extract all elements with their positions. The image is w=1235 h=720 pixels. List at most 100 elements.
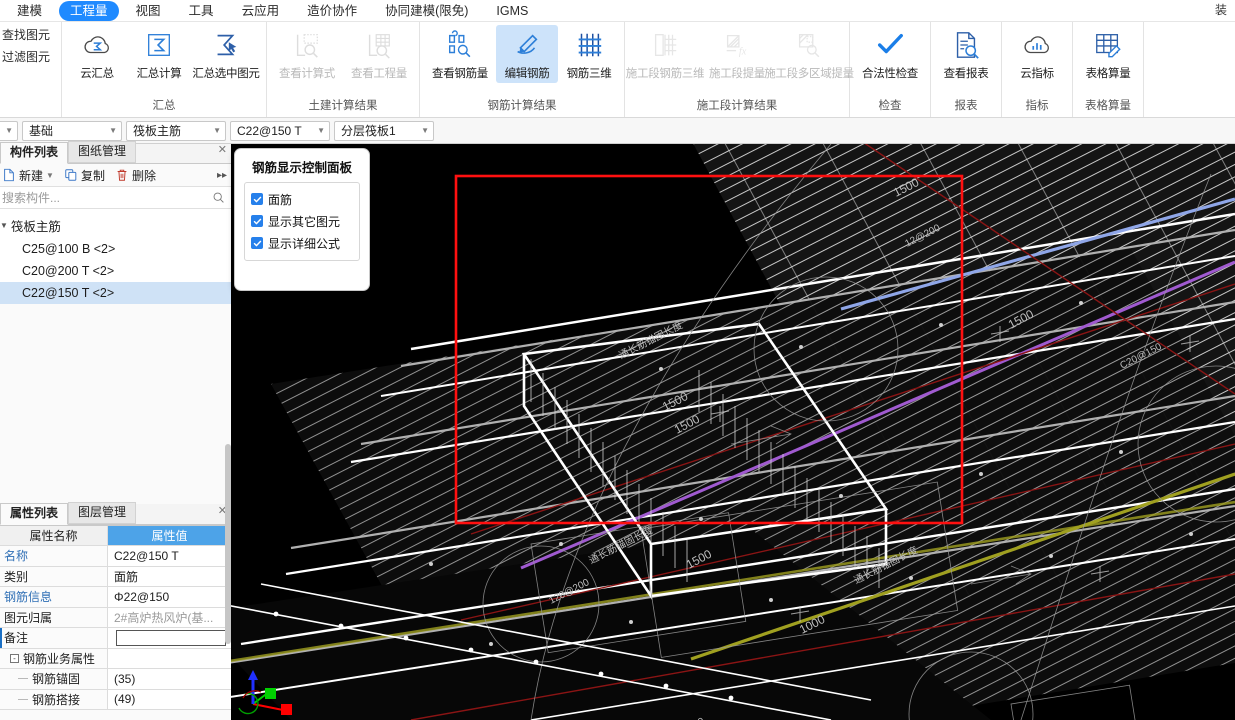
tree-item-2[interactable]: C22@150 T <2> xyxy=(0,282,231,304)
ribbon-command-label: 查看钢筋量 xyxy=(432,68,488,80)
ribbon-command-cloud-chart[interactable]: 云指标 xyxy=(1006,25,1068,83)
sigma-cursor-icon xyxy=(209,28,243,62)
tree-item-0[interactable]: C25@100 B <2> xyxy=(0,238,231,260)
ribbon-command-label: 编辑钢筋 xyxy=(504,68,550,80)
ribbon-tab-3[interactable]: 工具 xyxy=(178,1,225,21)
search-icon[interactable] xyxy=(212,191,225,204)
property-panel-tab-1[interactable]: 图层管理 xyxy=(68,502,137,524)
property-row-1[interactable]: 类别 面筋 xyxy=(0,566,231,587)
checkbox-checked-icon[interactable] xyxy=(251,193,263,205)
ribbon-tab-5[interactable]: 造价协作 xyxy=(296,1,368,21)
component-panel-tab-1[interactable]: 图纸管理 xyxy=(68,141,137,163)
selector-clipped-dropdown[interactable]: ▼ xyxy=(0,120,18,141)
ribbon-command-table-pencil[interactable]: 表格算量 xyxy=(1077,25,1139,83)
property-row-5[interactable]: - 钢筋业务属性 xyxy=(0,648,231,669)
property-value[interactable] xyxy=(108,648,231,668)
ribbon-command-pencil-edit[interactable]: 编辑钢筋 xyxy=(496,25,558,83)
property-row-4[interactable]: 备注 xyxy=(0,628,231,649)
ribbon-command-sigma-cursor[interactable]: 汇总选中图元 xyxy=(190,25,262,83)
new-component-label: 新建 xyxy=(19,168,44,183)
checkbox-checked-icon[interactable] xyxy=(251,215,263,227)
rebar-search-icon xyxy=(443,28,477,62)
ribbon-command-label: 施工段钢筋三维 xyxy=(625,68,705,80)
floor-value: 基础 xyxy=(29,124,54,138)
rebar-checkbox-row-0[interactable]: 面筋 xyxy=(251,188,353,210)
ribbon-command-rebar-search[interactable]: 查看钢筋量 xyxy=(424,25,496,83)
ribbon-command-label: 汇总计算 xyxy=(136,68,182,80)
ribbon-tab-0[interactable]: 建模 xyxy=(6,1,53,21)
ribbon-tab-1[interactable]: 工程量 xyxy=(59,1,119,21)
property-value-input[interactable] xyxy=(116,629,226,646)
ribbon-command-rebar-3d[interactable]: 钢筋三维 xyxy=(558,25,620,83)
property-value[interactable]: 2#高炉热风炉(基... xyxy=(108,607,231,627)
ribbon-group-label: 指标 xyxy=(1025,100,1049,112)
property-value[interactable]: (35) xyxy=(108,669,231,689)
ribbon-tab-list: 建模 工程量 视图 工具 云应用 造价协作 协同建模(限免) IGMS xyxy=(0,0,1235,22)
property-row-0[interactable]: 名称 C22@150 T xyxy=(0,546,231,567)
property-value[interactable] xyxy=(108,628,231,648)
property-value[interactable]: Φ22@150 xyxy=(108,587,231,607)
ribbon-tab-7[interactable]: IGMS xyxy=(485,1,539,21)
ribbon-left-links: 查找图元 过滤图元 xyxy=(0,22,62,117)
property-value[interactable]: 面筋 xyxy=(108,566,231,586)
ribbon-command-label: 查看报表 xyxy=(943,68,989,80)
close-icon[interactable]: ✕ xyxy=(218,145,227,156)
chevron-down-icon: ▼ xyxy=(5,126,13,135)
copy-component-button[interactable]: 复制 xyxy=(64,167,105,184)
property-key-label: 钢筋锚固 xyxy=(32,672,81,687)
property-list-panel: ✕ 属性列表 图层管理 属性名称 属性值 名称 C22@150 T 类别 面筋 钢筋信息 Φ22… xyxy=(0,502,231,720)
filter-element-link[interactable]: 过滤图元 xyxy=(0,48,50,66)
ribbon-command-cloud-sigma[interactable]: 云汇总 xyxy=(66,25,128,83)
section-multi-area-icon xyxy=(792,28,826,62)
more-tools-icon[interactable]: ▸▸ xyxy=(217,170,227,181)
property-value[interactable]: C22@150 T xyxy=(108,546,231,566)
tree-root-node[interactable]: ▼ 筏板主筋 xyxy=(0,213,231,238)
ribbon-tab-clipped[interactable]: 装 xyxy=(1215,1,1233,19)
component-type-dropdown[interactable]: 筏板主筋 ▼ xyxy=(126,120,226,141)
report-search-icon xyxy=(949,28,983,62)
check-mark-icon xyxy=(873,28,907,62)
ribbon-command-label: 查看计算式 xyxy=(279,68,335,80)
layer-dropdown[interactable]: 分层筏板1 ▼ xyxy=(334,120,434,141)
search-input[interactable]: 搜索构件... xyxy=(2,189,60,206)
ribbon-tab-6[interactable]: 协同建模(限免) xyxy=(374,1,479,21)
property-value[interactable]: (49) xyxy=(108,689,231,709)
property-row-3[interactable]: 图元归属 2#高炉热风炉(基... xyxy=(0,607,231,628)
component-list-panel: ✕ 构件列表 图纸管理 新建 ▼ 复制 删除 ▸▸ 搜索构件... ▼ 筏板主筋… xyxy=(0,141,231,504)
model-3d-viewport[interactable]: 1500 12@200 1500 1500 C20@150 1500 120@200 1500… xyxy=(231,144,1235,720)
ribbon-tab-4[interactable]: 云应用 xyxy=(231,1,291,21)
rebar-3d-scene: 150012@20015001500C20@1501500120@2001500… xyxy=(231,144,1235,720)
ribbon-command-formula-search: 查看计算式 xyxy=(271,25,343,83)
ribbon-group-label: 表格算量 xyxy=(1085,100,1131,112)
ribbon-command-sigma[interactable]: 汇总计算 xyxy=(128,25,190,83)
rebar-display-control-panel[interactable]: 钢筋显示控制面板 面筋 显示其它图元 显示详细公式 xyxy=(234,148,370,291)
property-row-6[interactable]: 钢筋锚固 (35) xyxy=(0,669,231,690)
collapse-icon[interactable]: - xyxy=(10,653,19,663)
property-key-label: 钢筋业务属性 xyxy=(23,651,96,666)
property-key: 钢筋锚固 xyxy=(0,669,108,689)
tree-item-1[interactable]: C20@200 T <2> xyxy=(0,260,231,282)
component-search-row[interactable]: 搜索构件... xyxy=(0,187,231,209)
component-name-dropdown[interactable]: C22@150 T ▼ xyxy=(230,120,330,141)
ribbon-group-6: 云指标 指标 xyxy=(1002,22,1073,117)
ribbon-tab-2[interactable]: 视图 xyxy=(125,1,172,21)
property-row-7[interactable]: 钢筋搭接 (49) xyxy=(0,689,231,710)
property-panel-tab-0[interactable]: 属性列表 xyxy=(0,503,69,525)
rebar-checkbox-row-2[interactable]: 显示详细公式 xyxy=(251,232,353,254)
ribbon-command-check-mark[interactable]: 合法性检查 xyxy=(854,25,926,83)
checkbox-checked-icon[interactable] xyxy=(251,237,263,249)
new-component-button[interactable]: 新建 ▼ xyxy=(2,167,54,184)
property-header-name: 属性名称 xyxy=(0,526,108,545)
component-panel-tab-0[interactable]: 构件列表 xyxy=(0,142,69,164)
ribbon-command-label: 汇总选中图元 xyxy=(192,68,260,80)
floor-dropdown[interactable]: 基础 ▼ xyxy=(22,120,122,141)
ribbon-command-label: 施工段提量 xyxy=(709,68,765,80)
left-dock: ✕ 构件列表 图纸管理 新建 ▼ 复制 删除 ▸▸ 搜索构件... ▼ 筏板主筋… xyxy=(0,141,231,720)
property-row-2[interactable]: 钢筋信息 Φ22@150 xyxy=(0,587,231,608)
ribbon-group-label: 检查 xyxy=(878,100,902,112)
find-element-link[interactable]: 查找图元 xyxy=(0,26,50,44)
delete-component-button[interactable]: 删除 xyxy=(115,167,156,184)
rebar-checkbox-row-1[interactable]: 显示其它图元 xyxy=(251,210,353,232)
ribbon-command-report-search[interactable]: 查看报表 xyxy=(935,25,997,83)
chevron-down-icon: ▼ xyxy=(109,126,117,135)
